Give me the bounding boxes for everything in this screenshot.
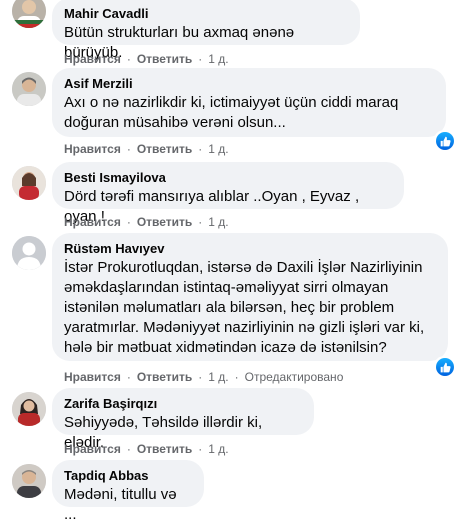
- comment-actions: Нравится · Ответить · 1 д.: [64, 214, 229, 230]
- comment-actions: Нравится · Ответить · 1 д. · Отредактировано: [64, 369, 343, 385]
- separator: ·: [126, 142, 131, 156]
- separator: ·: [198, 142, 203, 156]
- like-reaction-badge[interactable]: [434, 130, 454, 150]
- comment-actions: Нравится · Ответить · 1 д.: [64, 51, 229, 67]
- comment-actions: Нравится · Ответить · 1 д.: [64, 441, 229, 457]
- reply-button[interactable]: Ответить: [137, 441, 192, 457]
- comment-bubble: Zarifa Başirqızı Səhiyyədə, Təhsildə ill…: [52, 388, 314, 451]
- separator: ·: [126, 370, 131, 384]
- comment-bubble: Rüstəm Havıyev İstər Prokurotluqdan, ist…: [52, 233, 448, 361]
- comment-author[interactable]: Tapdiq Abbas: [64, 468, 192, 484]
- comment-time[interactable]: 1 д.: [208, 441, 228, 457]
- comment-text: İstər Prokurotluqdan, istərsə də Daxili …: [64, 259, 425, 356]
- separator: ·: [126, 442, 131, 456]
- avatar[interactable]: [12, 166, 46, 200]
- separator: ·: [234, 370, 239, 384]
- like-button[interactable]: Нравится: [64, 51, 121, 67]
- avatar[interactable]: [12, 392, 46, 426]
- like-button[interactable]: Нравится: [64, 441, 121, 457]
- comment-author[interactable]: Mahir Cavadli: [64, 6, 348, 22]
- comment-actions: Нравится · Ответить · 1 д.: [64, 141, 229, 157]
- separator: ·: [198, 442, 203, 456]
- like-reaction-badge[interactable]: [434, 356, 454, 376]
- reply-button[interactable]: Ответить: [137, 141, 192, 157]
- separator: ·: [198, 52, 203, 66]
- comment-bubble: Mahir Cavadli Bütün strukturları bu axma…: [52, 0, 360, 61]
- comment-bubble: Besti Ismayilova Dörd tərəfi mansırıya a…: [52, 162, 404, 225]
- comment-author[interactable]: Zarifa Başirqızı: [64, 396, 302, 412]
- comment-author[interactable]: Besti Ismayilova: [64, 170, 392, 186]
- reply-button[interactable]: Ответить: [137, 369, 192, 385]
- thumbs-up-icon: [440, 136, 451, 146]
- comment-text: Axı o nə nazirlikdir ki, ictimaiyyət üçü…: [64, 94, 399, 131]
- like-button[interactable]: Нравится: [64, 369, 121, 385]
- edited-label[interactable]: Отредактировано: [245, 369, 344, 385]
- separator: ·: [126, 215, 131, 229]
- separator: ·: [126, 52, 131, 66]
- reply-button[interactable]: Ответить: [137, 214, 192, 230]
- comment-time[interactable]: 1 д.: [208, 214, 228, 230]
- comment-bubble: Tapdiq Abbas Mədəni, titullu və ...: [52, 460, 204, 523]
- comment-time[interactable]: 1 д.: [208, 369, 228, 385]
- comment-time[interactable]: 1 д.: [208, 51, 228, 67]
- avatar[interactable]: [12, 72, 46, 106]
- avatar[interactable]: [12, 236, 46, 270]
- separator: ·: [198, 215, 203, 229]
- like-button[interactable]: Нравится: [64, 214, 121, 230]
- separator: ·: [198, 370, 203, 384]
- thumbs-up-icon: [440, 362, 451, 372]
- avatar[interactable]: [12, 464, 46, 498]
- comment-bubble: Asif Merzili Axı o nə nazirlikdir ki, ic…: [52, 68, 446, 137]
- comment-author[interactable]: Asif Merzili: [64, 76, 434, 92]
- like-button[interactable]: Нравится: [64, 141, 121, 157]
- comment-author[interactable]: Rüstəm Havıyev: [64, 241, 436, 257]
- comment-text: Mədəni, titullu və ...: [64, 486, 177, 523]
- avatar[interactable]: [12, 0, 46, 28]
- comment-time[interactable]: 1 д.: [208, 141, 228, 157]
- reply-button[interactable]: Ответить: [137, 51, 192, 67]
